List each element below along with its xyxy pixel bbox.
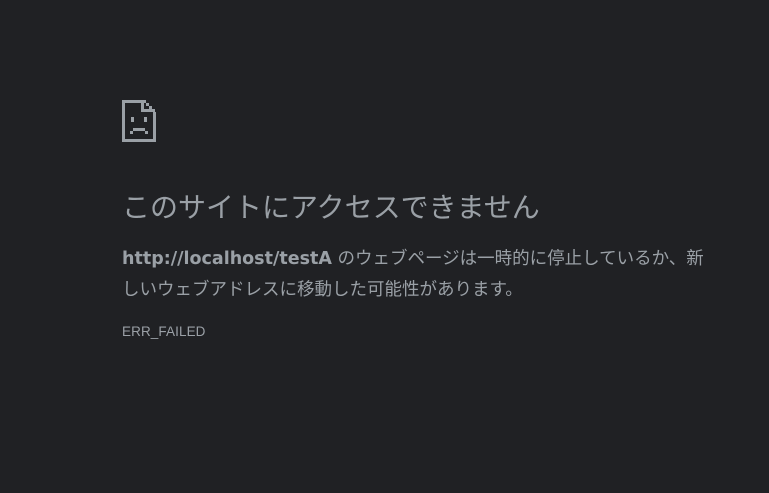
sad-page-icon [122,100,156,142]
error-page: このサイトにアクセスできません http://localhost/testA の… [0,0,769,493]
error-message: http://localhost/testA のウェブページは一時的に停止してい… [122,244,722,306]
error-message-line1: のウェブページは一時的に停止しているか、新 [331,249,704,269]
page-title: このサイトにアクセスできません [122,191,540,224]
error-message-line2: しいウェブアドレスに移動した可能性があります。 [122,280,523,300]
error-code: ERR_FAILED [122,324,206,339]
error-url: http://localhost/testA [122,249,332,269]
